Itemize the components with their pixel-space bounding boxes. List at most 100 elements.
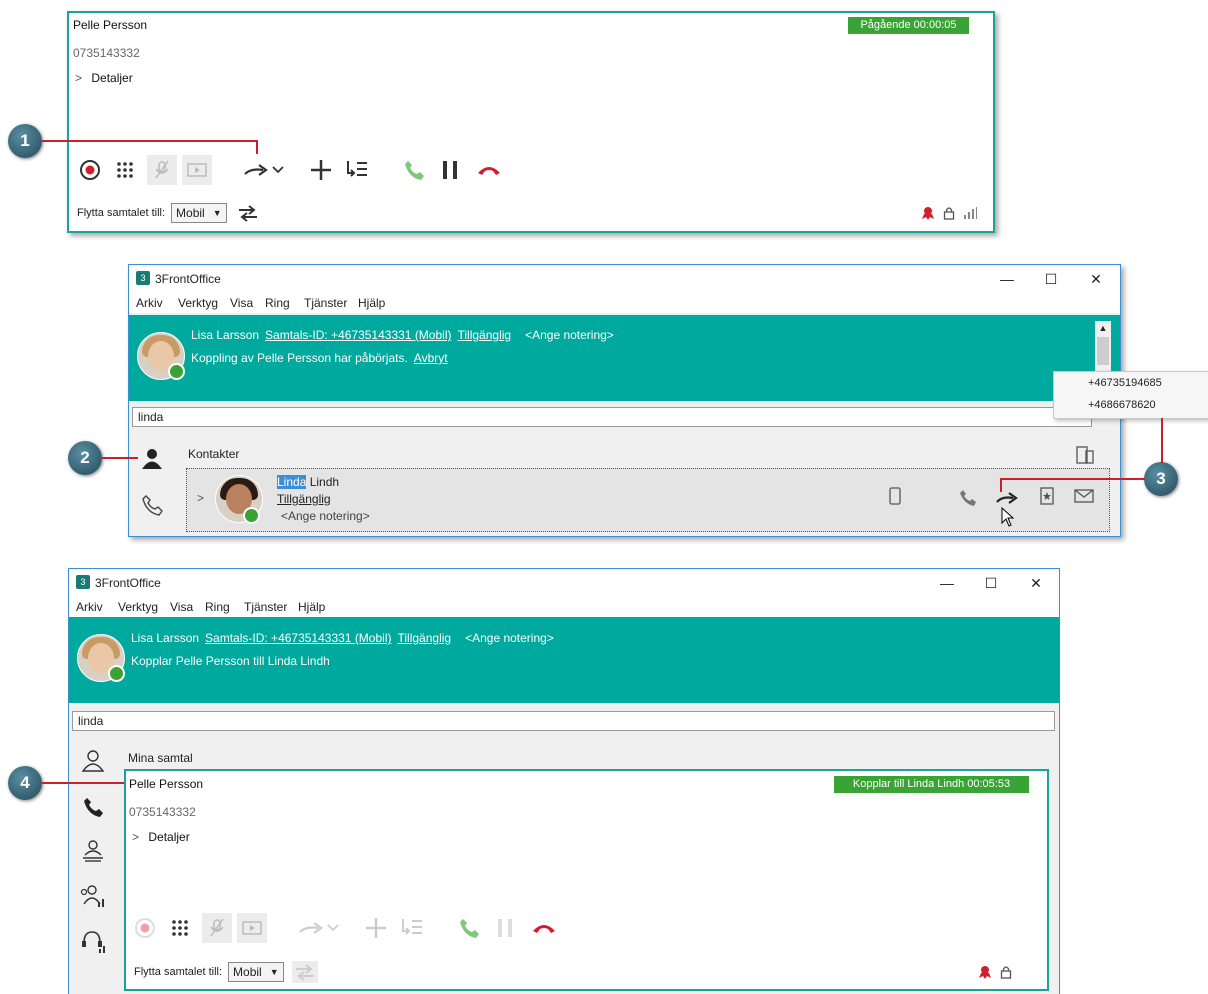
add-call-button[interactable] — [306, 155, 336, 185]
menu-visa[interactable]: Visa — [170, 600, 193, 614]
move-call-select[interactable]: Mobil ▼ — [228, 962, 284, 982]
availability-link[interactable]: Tillgänglig — [397, 631, 451, 645]
menu-verktyg[interactable]: Verktyg — [178, 296, 218, 310]
availability-link[interactable]: Tillgänglig — [457, 328, 511, 342]
add-call-button[interactable] — [361, 913, 391, 943]
scroll-up-icon[interactable]: ▲ — [1095, 321, 1111, 335]
answer-button[interactable] — [454, 913, 484, 943]
mic-off-icon — [210, 918, 224, 937]
group-nav[interactable] — [79, 882, 107, 910]
menu-arkiv[interactable]: Arkiv — [136, 296, 163, 310]
move-call-swap-button[interactable] — [235, 202, 261, 224]
cancel-link[interactable]: Avbryt — [414, 351, 448, 365]
mobile-icon[interactable] — [889, 487, 901, 508]
section-contacts-title: Kontakter — [188, 447, 240, 461]
calls-nav[interactable] — [138, 491, 166, 519]
headset-nav[interactable] — [79, 927, 107, 955]
transfer-button[interactable] — [241, 155, 271, 185]
video-button[interactable] — [182, 155, 212, 185]
transfer-arrow-icon — [996, 492, 1018, 504]
scrollbar-thumb[interactable] — [1097, 337, 1109, 365]
dropdown-number-1[interactable]: +46735194685 — [1054, 372, 1208, 394]
person-icon — [142, 449, 162, 469]
menu-ring[interactable]: Ring — [265, 296, 290, 310]
menu-arkiv[interactable]: Arkiv — [76, 600, 103, 614]
dialpad-button[interactable] — [110, 155, 140, 185]
transfer-to-contact-button[interactable] — [995, 491, 1019, 508]
email-icon[interactable] — [1074, 489, 1094, 506]
window-title: 3FrontOffice — [95, 576, 161, 590]
close-button[interactable]: ✕ — [1016, 572, 1056, 594]
move-call-select[interactable]: Mobil ▼ — [171, 203, 227, 223]
contact-row[interactable]: > Linda Lindh Tillgänglig <Ange notering… — [186, 468, 1110, 532]
menu-verktyg[interactable]: Verktyg — [118, 600, 158, 614]
search-input[interactable]: linda — [72, 711, 1055, 731]
conference-button[interactable] — [397, 913, 427, 943]
dialpad-button[interactable] — [165, 913, 195, 943]
close-button[interactable]: ✕ — [1076, 268, 1116, 290]
menu-bar: Arkiv Verktyg Visa Ring Tjänster Hjälp — [69, 595, 1059, 617]
hangup-button[interactable] — [529, 913, 559, 943]
maximize-button[interactable]: ☐ — [971, 572, 1011, 594]
answer-button[interactable] — [399, 155, 429, 185]
call-contact-icon[interactable] — [959, 489, 977, 510]
award-icon — [922, 207, 934, 220]
record-button[interactable] — [75, 155, 105, 185]
move-call-swap-button[interactable] — [291, 961, 318, 983]
menu-ring[interactable]: Ring — [205, 600, 230, 614]
record-button[interactable] — [130, 913, 160, 943]
phone-icon — [405, 161, 424, 180]
menu-tjanster[interactable]: Tjänster — [304, 296, 347, 310]
call-id-link[interactable]: Samtals-ID: +46735143331 (Mobil) — [205, 631, 391, 645]
transfer-number-dropdown: +46735194685 +4686678620 — [1053, 371, 1208, 419]
minimize-button[interactable]: — — [927, 572, 967, 594]
record-icon — [135, 918, 155, 938]
details-toggle[interactable]: > Detaljer — [132, 830, 190, 844]
contacts-nav[interactable] — [79, 747, 107, 775]
maximize-button[interactable]: ☐ — [1031, 268, 1071, 290]
contact-note[interactable]: <Ange notering> — [281, 509, 370, 523]
video-icon — [242, 921, 262, 935]
conference-button[interactable] — [342, 155, 372, 185]
menu-hjalp[interactable]: Hjälp — [298, 600, 325, 614]
video-button[interactable] — [237, 913, 267, 943]
call-id-link[interactable]: Samtals-ID: +46735143331 (Mobil) — [265, 328, 451, 342]
note-placeholder[interactable]: <Ange notering> — [465, 631, 554, 645]
dropdown-number-2[interactable]: +4686678620 — [1054, 394, 1208, 416]
hangup-button[interactable] — [474, 155, 504, 185]
transfer-options-button[interactable] — [324, 913, 342, 943]
contact-name: Linda Lindh — [277, 475, 339, 489]
transfer-options-button[interactable] — [269, 155, 287, 185]
multi-device-icon[interactable] — [1075, 445, 1095, 468]
contacts-nav[interactable] — [138, 445, 166, 473]
hold-button[interactable] — [490, 913, 520, 943]
menu-visa[interactable]: Visa — [230, 296, 253, 310]
transfer-arrow-icon — [299, 922, 323, 934]
calls-nav[interactable] — [79, 793, 107, 821]
transfer-button[interactable] — [296, 913, 326, 943]
menu-tjanster[interactable]: Tjänster — [244, 600, 287, 614]
callout-3-line — [1000, 478, 1145, 480]
mute-button[interactable] — [202, 913, 232, 943]
chevron-right-icon[interactable]: > — [197, 491, 204, 505]
mute-button[interactable] — [147, 155, 177, 185]
contact-availability[interactable]: Tillgänglig — [277, 492, 331, 506]
hold-button[interactable] — [435, 155, 465, 185]
chevron-down-icon: ▼ — [269, 967, 279, 977]
move-call-label: Flytta samtalet till: — [134, 966, 223, 978]
note-placeholder[interactable]: <Ange notering> — [525, 328, 614, 342]
minimize-button[interactable]: — — [987, 268, 1027, 290]
callout-4-line — [42, 782, 124, 784]
menu-hjalp[interactable]: Hjälp — [358, 296, 385, 310]
search-input[interactable]: linda — [132, 407, 1092, 427]
record-icon — [80, 160, 100, 180]
dialpad-icon — [172, 920, 188, 936]
favorite-icon[interactable] — [1040, 487, 1054, 508]
callout-4: 4 — [8, 766, 42, 800]
details-toggle[interactable]: > Detaljer — [75, 71, 133, 85]
lock-icon — [1000, 966, 1012, 979]
queue-nav[interactable] — [79, 837, 107, 865]
callout-1: 1 — [8, 124, 42, 158]
user-status-band: Lisa Larsson Samtals-ID: +46735143331 (Mo… — [129, 315, 1120, 401]
status-icons — [978, 965, 1012, 979]
